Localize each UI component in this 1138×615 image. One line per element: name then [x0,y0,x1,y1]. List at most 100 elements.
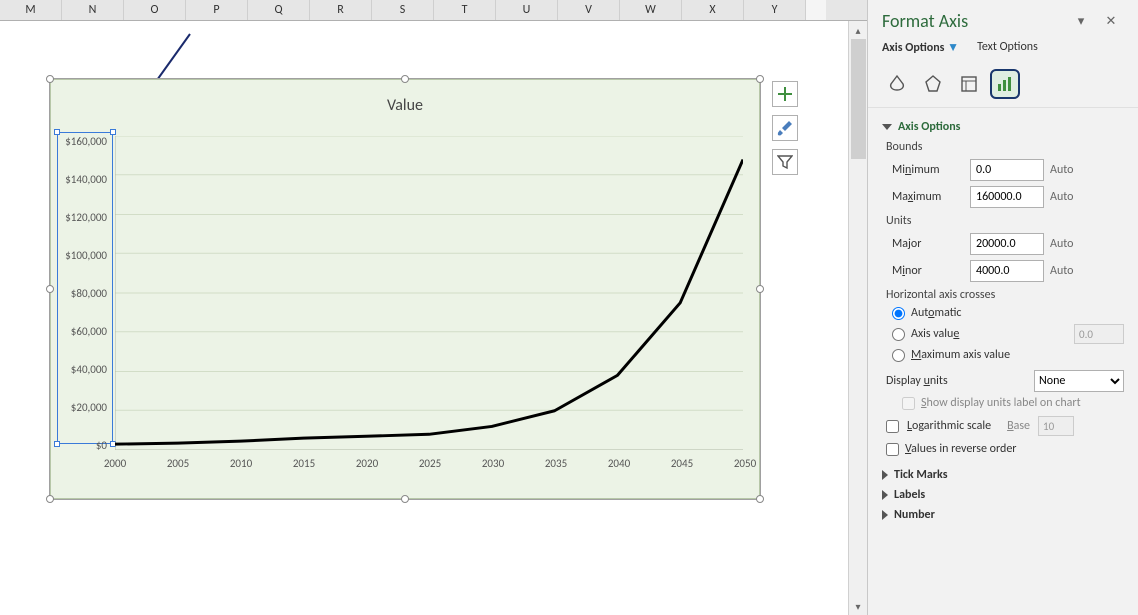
minor-label: Minor [892,264,964,278]
minor-auto-button[interactable]: Auto [1050,264,1086,278]
axis-options-icon[interactable] [990,69,1020,99]
x-tick-label: 2020 [356,457,378,470]
pane-options-button[interactable]: ▾ [1068,14,1094,29]
plus-icon [777,86,793,102]
min-auto-button[interactable]: Auto [1050,163,1086,177]
chart-float-buttons [772,81,800,183]
scroll-down-icon[interactable]: ▾ [849,597,867,615]
chart-svg [115,136,743,450]
section-axis-options[interactable]: Axis Options [882,120,1124,134]
hcross-max-label: Maximum axis value [911,348,1010,362]
col-header[interactable]: V [558,0,620,20]
close-icon[interactable]: ✕ [1098,14,1124,29]
y-tick-label: $100,000 [65,249,107,262]
x-tick-label: 2035 [545,457,567,470]
format-axis-pane: Format Axis ▾ ✕ Axis Options ▼ Text Opti… [867,0,1138,615]
min-label: Minimum [892,163,964,177]
plot-area[interactable] [115,136,743,450]
x-tick-label: 2005 [167,457,189,470]
display-units-select[interactable]: None [1034,370,1124,392]
chart-object[interactable]: Value $160,000 $140,000 $120,000 $100,00… [50,79,760,499]
max-input[interactable] [970,186,1044,208]
max-auto-button[interactable]: Auto [1050,190,1086,204]
min-input[interactable] [970,159,1044,181]
col-header[interactable]: S [372,0,434,20]
bounds-label: Bounds [886,140,1124,154]
col-header[interactable]: M [0,0,62,20]
reverse-checkbox[interactable] [886,443,899,456]
hcross-auto-label: Automatic [911,306,961,320]
y-tick-label: $140,000 [65,173,107,186]
col-header[interactable]: P [186,0,248,20]
col-header-end [806,0,826,20]
chart-filter-button[interactable] [772,149,798,175]
y-tick-label: $120,000 [65,211,107,224]
worksheet-area[interactable]: Value $160,000 $140,000 $120,000 $100,00… [0,21,848,615]
col-header[interactable]: N [62,0,124,20]
hcross-max-radio[interactable] [892,349,905,362]
section-labels[interactable]: Labels [882,488,1124,502]
option-icon-row [868,59,1138,108]
tab-axis-options[interactable]: Axis Options ▼ [882,36,959,59]
col-header[interactable]: X [682,0,744,20]
resize-handle[interactable] [756,285,764,293]
major-auto-button[interactable]: Auto [1050,237,1086,251]
chart-title[interactable]: Value [51,80,759,115]
pane-title: Format Axis [882,10,968,32]
fill-line-icon[interactable] [882,69,912,99]
tab-text-options[interactable]: Text Options [977,36,1038,59]
resize-handle[interactable] [401,495,409,503]
chart-styles-button[interactable] [772,115,798,141]
col-header[interactable]: Y [744,0,806,20]
log-scale-checkbox[interactable] [886,420,899,433]
col-header[interactable]: T [434,0,496,20]
y-tick-label: $80,000 [71,287,107,300]
resize-handle[interactable] [46,285,54,293]
max-label: Maximum [892,190,964,204]
resize-handle[interactable] [401,75,409,83]
col-header[interactable]: U [496,0,558,20]
y-tick-label: $0 [96,439,107,452]
y-tick-label: $160,000 [65,135,107,148]
x-tick-label: 2050 [734,457,756,470]
reverse-label: Values in reverse order [905,442,1016,456]
col-header[interactable]: R [310,0,372,20]
display-units-label: Display units [886,374,948,388]
x-tick-label: 2010 [230,457,252,470]
resize-handle[interactable] [46,75,54,83]
col-header[interactable]: Q [248,0,310,20]
minor-input[interactable] [970,260,1044,282]
x-tick-label: 2045 [671,457,693,470]
scroll-up-icon[interactable]: ▴ [849,21,867,39]
hcross-value-radio[interactable] [892,328,905,341]
chart-elements-button[interactable] [772,81,798,107]
log-base-label: Base [1007,419,1030,433]
hcross-label: Horizontal axis crosses [886,288,1124,302]
x-tick-label: 2030 [482,457,504,470]
effects-icon[interactable] [918,69,948,99]
units-label: Units [886,214,1124,228]
resize-handle[interactable] [756,75,764,83]
section-tick-marks[interactable]: Tick Marks [882,468,1124,482]
hcross-auto-radio[interactable] [892,307,905,320]
du-showlabel-label: Show display units label on chart [921,396,1081,410]
col-header[interactable]: O [124,0,186,20]
x-tick-label: 2000 [104,457,126,470]
x-tick-label: 2040 [608,457,630,470]
y-tick-label: $60,000 [71,325,107,338]
y-tick-label: $40,000 [71,363,107,376]
size-properties-icon[interactable] [954,69,984,99]
hcross-value-label: Axis value [911,327,959,341]
hcross-value-input [1074,324,1124,344]
x-tick-label: 2015 [293,457,315,470]
resize-handle[interactable] [756,495,764,503]
vertical-scrollbar[interactable]: ▴ ▾ [848,21,867,615]
resize-handle[interactable] [46,495,54,503]
col-header[interactable]: W [620,0,682,20]
section-number[interactable]: Number [882,508,1124,522]
scroll-thumb[interactable] [851,39,866,159]
x-tick-label: 2025 [419,457,441,470]
log-base-input [1038,416,1074,436]
column-header-row: M N O P Q R S T U V W X Y [0,0,867,21]
major-input[interactable] [970,233,1044,255]
